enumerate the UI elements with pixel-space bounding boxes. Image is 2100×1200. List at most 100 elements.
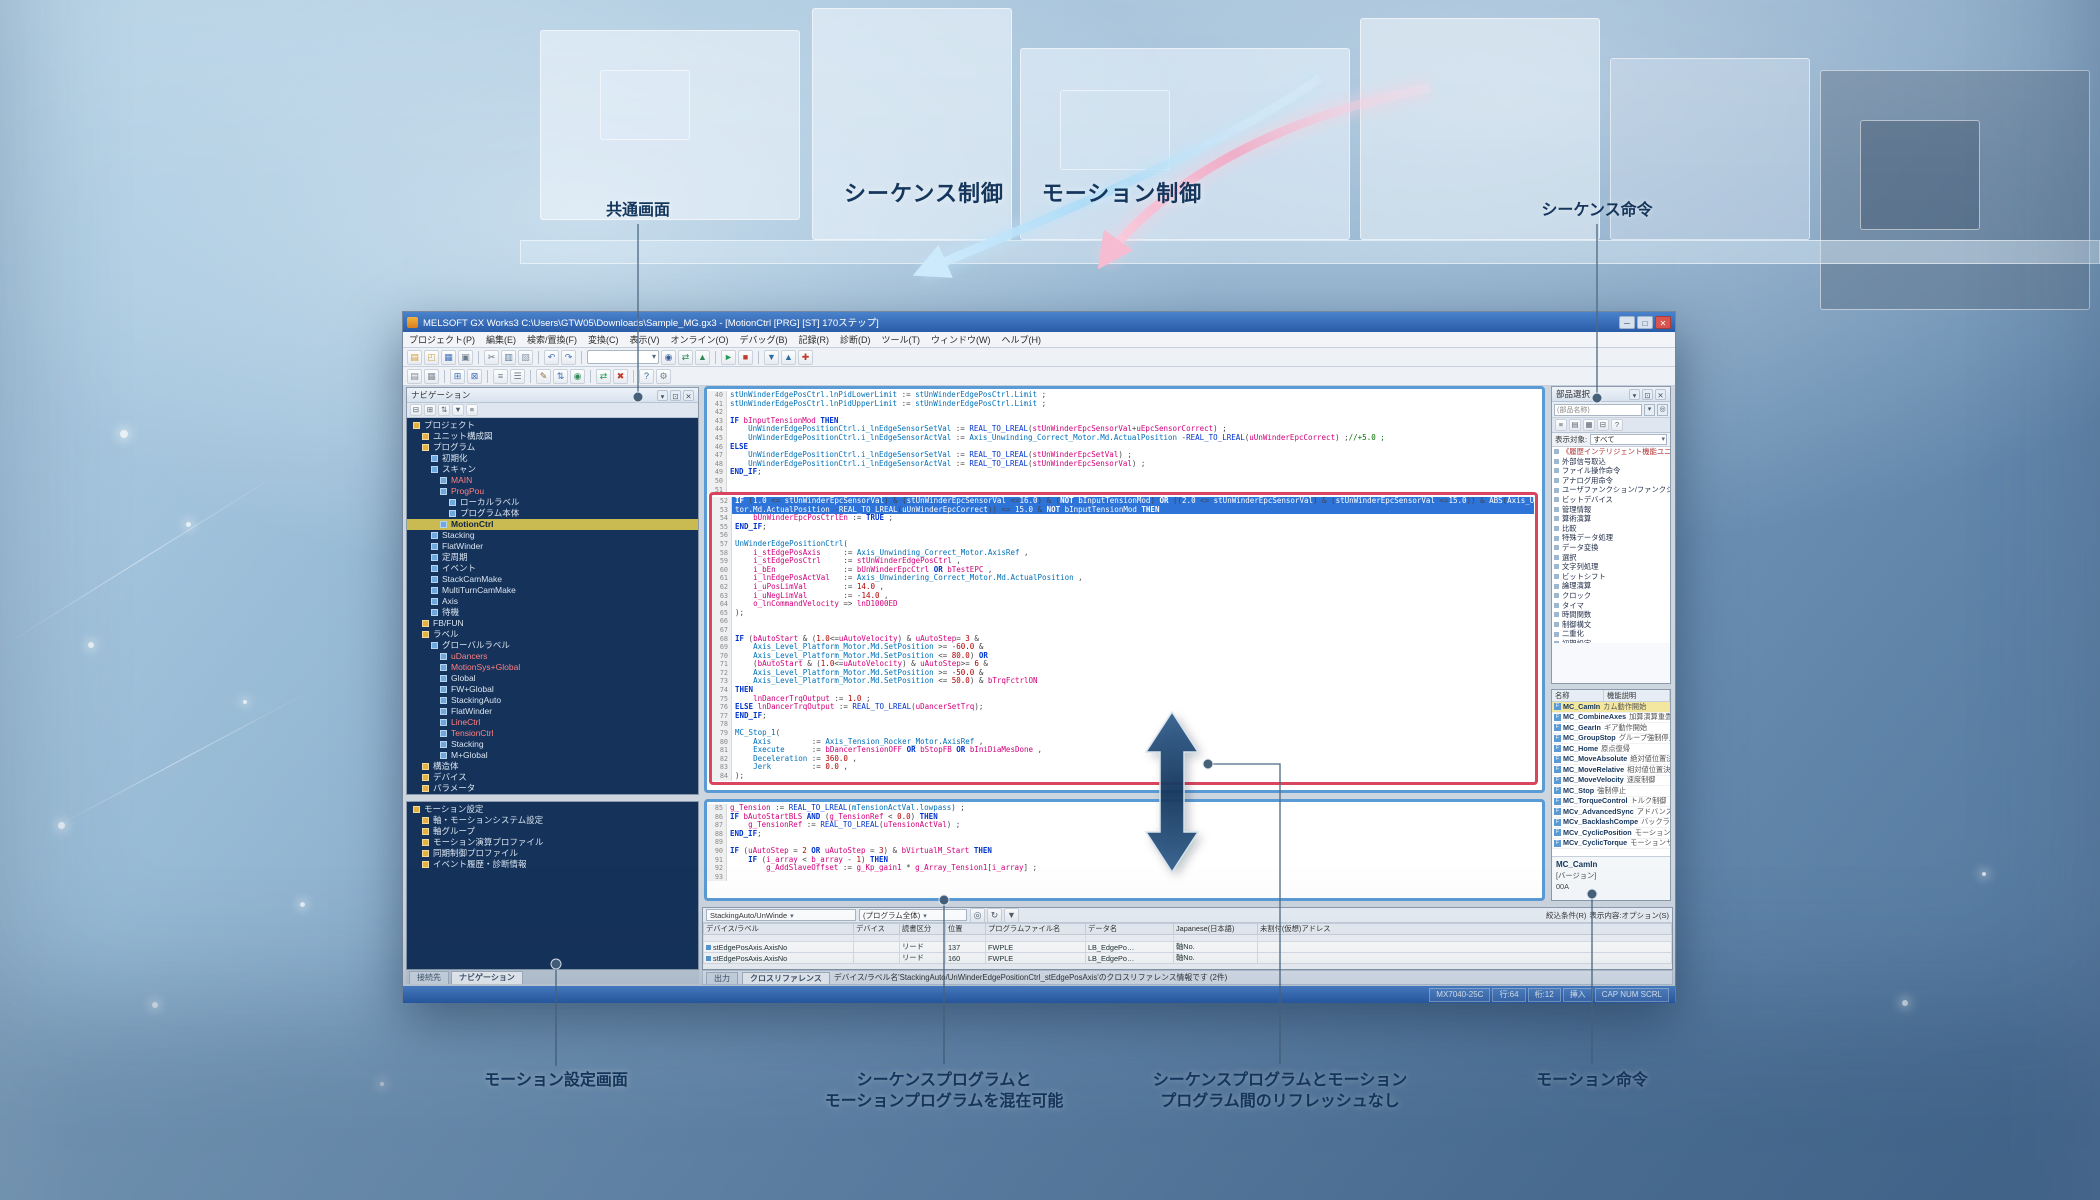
motion-fb-item[interactable]: FMC_MoveRelative相対値位置決め — [1552, 765, 1670, 776]
close-button[interactable]: ✕ — [1655, 316, 1671, 329]
print-icon[interactable]: ▣ — [458, 350, 473, 365]
crossref-table[interactable]: デバイス/ラベルデバイス読書区分位置プログラムファイル名データ名Japanese… — [703, 923, 1672, 964]
crossref-filter-cell[interactable] — [986, 935, 1086, 942]
crossref-filter-cell[interactable] — [900, 935, 946, 942]
chevron-down-icon[interactable]: ▾ — [1644, 404, 1655, 416]
help-icon[interactable]: ? — [1611, 419, 1623, 431]
tree-item[interactable]: ProgPou — [407, 486, 698, 497]
find-icon[interactable]: ◉ — [661, 350, 676, 365]
motion-settings-tree[interactable]: モーション設定軸・モーションシステム設定軸グループモーション演算プロファイル同期… — [407, 802, 698, 969]
maximize-button[interactable]: □ — [1637, 316, 1653, 329]
refresh-icon[interactable]: ↻ — [987, 908, 1002, 923]
motion-fb-item[interactable]: FMCv_BacklashCompeバックラッシ補正フィルタ — [1552, 818, 1670, 829]
crossref-filter-cell[interactable] — [1086, 935, 1174, 942]
filter-icon[interactable]: ▼ — [452, 404, 464, 416]
instruction-category[interactable]: 外部信号取込 — [1552, 457, 1670, 467]
menu-編集(E)[interactable]: 編集(E) — [486, 333, 516, 346]
crossref-program-select[interactable]: (プログラム全体) — [859, 909, 967, 921]
menu-ヘルプ(H)[interactable]: ヘルプ(H) — [1002, 333, 1042, 346]
tree-item[interactable]: ローカルラベル — [407, 497, 698, 508]
tree-item[interactable]: 初期化 — [407, 453, 698, 464]
convert-icon[interactable]: ⇄ — [678, 350, 693, 365]
menu-ウィンドウ(W)[interactable]: ウィンドウ(W) — [931, 333, 991, 346]
tree-item[interactable]: LineCtrl — [407, 717, 698, 728]
instruction-category[interactable]: ビットデバイス — [1552, 495, 1670, 505]
menu-オンライン(O)[interactable]: オンライン(O) — [671, 333, 729, 346]
instruction-category[interactable]: 時間関数 — [1552, 610, 1670, 620]
tree-item[interactable]: Stacking — [407, 530, 698, 541]
menu-ツール(T)[interactable]: ツール(T) — [882, 333, 921, 346]
list-view-icon[interactable]: ▤ — [1569, 419, 1581, 431]
tree-item[interactable]: MotionCtrl — [407, 519, 698, 530]
crossref-column-header[interactable]: デバイス — [854, 924, 900, 935]
crossref-filter-label[interactable]: 絞込条件(R) — [1546, 910, 1586, 921]
motion-fb-item[interactable]: FMCv_CyclicTorqueモーションサイクリックトルク — [1552, 839, 1670, 850]
insert-fb-icon[interactable]: ⊞ — [450, 369, 465, 384]
tree-item[interactable]: プログラム本体 — [407, 508, 698, 519]
tree-item[interactable]: StackCamMake — [407, 574, 698, 585]
cross-reference-icon[interactable]: ⇅ — [553, 369, 568, 384]
tree-item[interactable]: プロジェクト — [407, 420, 698, 431]
instruction-category[interactable]: 初期設定 — [1552, 639, 1670, 643]
cut-icon[interactable]: ✂ — [484, 350, 499, 365]
element-search-input[interactable]: (部品名称) — [1554, 404, 1642, 416]
open-project-icon[interactable]: ◰ — [424, 350, 439, 365]
pin-icon[interactable]: ▾ — [657, 390, 668, 401]
tree-item[interactable]: FB/FUN — [407, 618, 698, 629]
menu-検索/置換(F)[interactable]: 検索/置換(F) — [527, 333, 577, 346]
st-editor-top[interactable]: 40stUnWinderEdgePosCtrl.lnPidLowerLimit … — [704, 386, 1545, 793]
motion-fb-item[interactable]: FMC_GroupStopグループ強制停止 — [1552, 734, 1670, 745]
motion-fb-item[interactable]: FMC_MoveVelocity速度制御 — [1552, 776, 1670, 787]
crossref-option-label[interactable]: 表示内容:オプション(S) — [1589, 910, 1669, 921]
tree-item[interactable]: FlatWinder — [407, 541, 698, 552]
watch-window-icon[interactable]: ◉ — [570, 369, 585, 384]
st-editor-icon[interactable]: ✎ — [536, 369, 551, 384]
tree-item[interactable]: ラベル — [407, 629, 698, 640]
crossref-column-header[interactable]: Japanese(日本語) — [1174, 924, 1258, 935]
instruction-category[interactable]: 選択 — [1552, 553, 1670, 563]
copy-icon[interactable]: ▥ — [501, 350, 516, 365]
write-to-plc-icon[interactable]: ▼ — [764, 350, 779, 365]
crossref-row[interactable]: stEdgePosAxis.AxisNoリード160FWPLELB_EdgePo… — [704, 953, 1672, 964]
crossref-column-header[interactable]: 位置 — [946, 924, 986, 935]
minimize-button[interactable]: ─ — [1619, 316, 1635, 329]
tree-item[interactable]: TensionCtrl — [407, 728, 698, 739]
tree-item[interactable]: 構造体 — [407, 761, 698, 772]
tree-item[interactable]: FW+Global — [407, 684, 698, 695]
tree-item[interactable]: 軸・モーションシステム設定 — [407, 815, 698, 826]
motion-fb-item[interactable]: FMCv_AdvancedSyncアドバンスト同期制御 — [1552, 807, 1670, 818]
monitor-start-icon[interactable]: ► — [721, 350, 736, 365]
new-project-icon[interactable]: ▤ — [407, 350, 422, 365]
crossref-row[interactable]: stEdgePosAxis.AxisNoリード137FWPLELB_EdgePo… — [704, 942, 1672, 953]
instruction-category[interactable]: 比較 — [1552, 524, 1670, 534]
instruction-category[interactable]: 算術演算 — [1552, 514, 1670, 524]
crossref-filter-cell[interactable] — [704, 935, 854, 942]
dock-icon[interactable]: ⊡ — [670, 390, 681, 401]
tree-item[interactable]: 同期制御プロファイル — [407, 848, 698, 859]
instruction-category[interactable]: データ変換 — [1552, 543, 1670, 553]
st-editor-bottom[interactable]: 85g_Tension := REAL_TO_LREAL(mTensionAct… — [704, 799, 1545, 901]
detail-view-icon[interactable]: ≡ — [1555, 419, 1567, 431]
dock-icon[interactable]: ⊡ — [1642, 389, 1653, 400]
tree-item[interactable]: Global — [407, 673, 698, 684]
tree-item[interactable]: MultiTurnCamMake — [407, 585, 698, 596]
menu-記録(R)[interactable]: 記録(R) — [799, 333, 830, 346]
sort-icon[interactable]: ⇅ — [438, 404, 450, 416]
motion-fb-item[interactable]: FMCv_CyclicPositionモーションサイクリック位置 — [1552, 828, 1670, 839]
undo-icon[interactable]: ↶ — [544, 350, 559, 365]
tree-item[interactable]: FlatWinder — [407, 706, 698, 717]
tree-item[interactable]: StackingAuto — [407, 695, 698, 706]
menu-表示(V)[interactable]: 表示(V) — [630, 333, 660, 346]
motion-fb-item[interactable]: FMC_MoveAbsolute絶対値位置決め — [1552, 755, 1670, 766]
motion-fb-item[interactable]: FMC_GearInギア動作開始 — [1552, 723, 1670, 734]
crossref-scope-select[interactable]: StackingAuto/UnWinde — [706, 909, 856, 921]
device-comment-icon[interactable]: ▤ — [407, 369, 422, 384]
instruction-category[interactable]: 論理演算 — [1552, 581, 1670, 591]
tree-item[interactable]: M+Global — [407, 750, 698, 761]
instruction-category[interactable]: アナログ用命令 — [1552, 476, 1670, 486]
crossref-column-header[interactable]: デバイス/ラベル — [704, 924, 854, 935]
view-mode-icon[interactable]: ≡ — [466, 404, 478, 416]
crossref-filter-cell[interactable] — [854, 935, 900, 942]
online-connect-icon[interactable]: ⇄ — [596, 369, 611, 384]
collapse-icon[interactable]: ⊟ — [1597, 419, 1609, 431]
